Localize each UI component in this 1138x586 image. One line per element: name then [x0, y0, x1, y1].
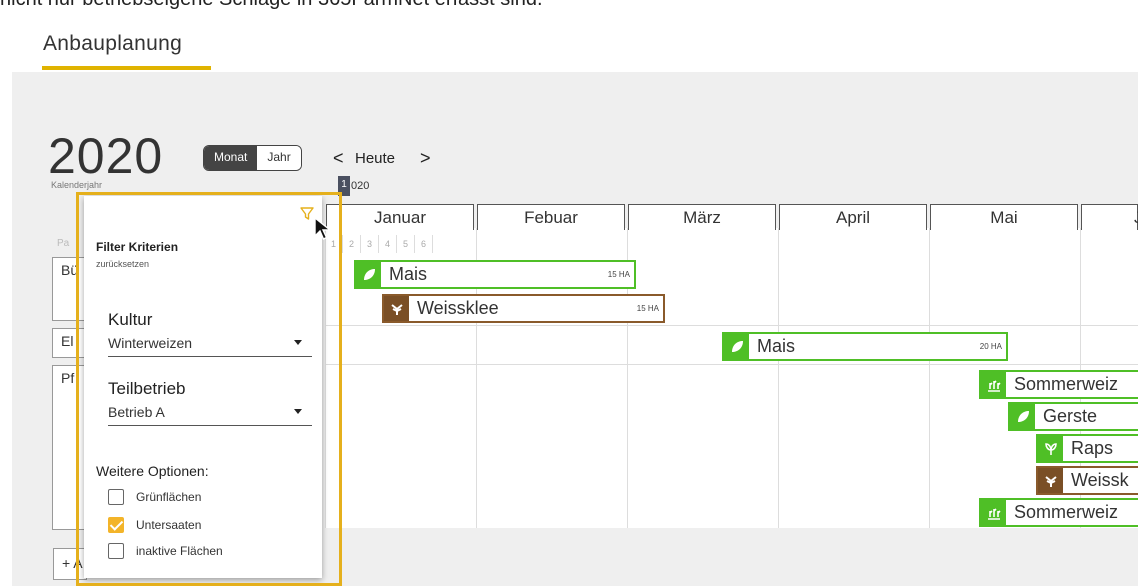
- row-divider: [325, 325, 1138, 326]
- crop-bar[interactable]: Sommerweiz: [979, 498, 1138, 527]
- grid-line: [778, 228, 779, 528]
- crop-name: Sommerweiz: [1014, 502, 1119, 522]
- crop-name: Weissk: [1071, 470, 1129, 490]
- crop-name: Raps: [1071, 438, 1114, 458]
- leaf-icon: [356, 262, 381, 287]
- year-view-button[interactable]: Jahr: [257, 146, 301, 170]
- crop-area: 20 HA: [979, 342, 1002, 351]
- month-header: April: [779, 204, 927, 230]
- crop-bar[interactable]: Mais 20 HA: [722, 332, 1008, 361]
- year-display: 2020: [48, 128, 164, 184]
- crop-bar[interactable]: Weissk: [1036, 466, 1138, 495]
- leaf-icon: [724, 334, 749, 359]
- clover-icon: [384, 296, 409, 321]
- crop-bar[interactable]: Sommerweiz: [979, 370, 1138, 399]
- clover-icon: [1038, 468, 1063, 493]
- month-header: Febuar: [477, 204, 625, 230]
- timeline-year-label: 020: [351, 180, 370, 192]
- crop-bar[interactable]: Mais 15 HA: [354, 260, 636, 289]
- truncated-intro-text: nicht nur betriebseigene Schläge in 365F…: [0, 0, 543, 11]
- crop-name: Mais: [757, 336, 796, 356]
- view-toggle: Monat Jahr: [203, 145, 302, 171]
- wheat-icon: [981, 372, 1006, 397]
- fields-column-header: Pa: [57, 238, 70, 249]
- mouse-cursor-icon: [314, 216, 332, 240]
- sprout-icon: [1038, 436, 1063, 461]
- year-caption: Kalenderjahr: [51, 180, 103, 190]
- day-cell: 5: [397, 235, 415, 253]
- crop-bar[interactable]: Raps: [1036, 434, 1138, 463]
- month-header: Januar: [326, 204, 474, 230]
- page-title[interactable]: Anbauplanung: [43, 32, 182, 56]
- active-tab-underline: [42, 66, 211, 70]
- crop-bar[interactable]: Gerste: [1008, 402, 1138, 431]
- crop-area: 15 HA: [636, 304, 659, 313]
- crop-area: 15 HA: [607, 270, 630, 279]
- prev-arrow-icon[interactable]: <: [333, 148, 344, 169]
- month-header: Mai: [930, 204, 1078, 230]
- next-arrow-icon[interactable]: >: [420, 148, 431, 169]
- wheat-icon: [981, 500, 1006, 525]
- grid-line: [929, 228, 930, 528]
- today-button[interactable]: Heute: [355, 150, 395, 167]
- day-cell: 3: [361, 235, 379, 253]
- leaf-icon: [1010, 404, 1035, 429]
- day-cell: 6: [415, 235, 433, 253]
- crop-name: Weissklee: [417, 298, 499, 318]
- crop-name: Gerste: [1043, 406, 1098, 426]
- highlight-frame: [76, 192, 342, 586]
- row-divider: [325, 364, 1138, 365]
- crop-bar[interactable]: Weissklee 15 HA: [382, 294, 665, 323]
- month-header: J: [1081, 204, 1138, 230]
- month-view-button[interactable]: Monat: [204, 146, 258, 170]
- month-header: März: [628, 204, 776, 230]
- day-cell: 2: [343, 235, 361, 253]
- crop-name: Mais: [389, 264, 428, 284]
- day-cell: 4: [379, 235, 397, 253]
- crop-name: Sommerweiz: [1014, 374, 1119, 394]
